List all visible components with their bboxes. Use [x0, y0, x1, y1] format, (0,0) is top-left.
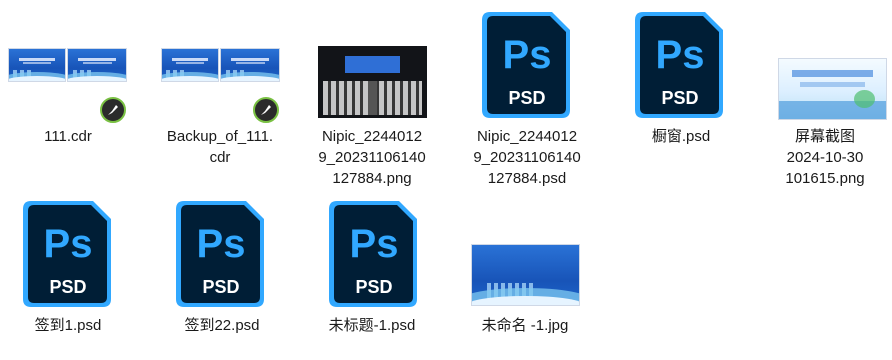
file-label: 未标题-1.psd — [328, 317, 416, 334]
photoshop-psd-icon: Ps PSD — [23, 201, 111, 307]
file-label: 111.cdr — [44, 128, 92, 145]
photoshop-psd-icon: Ps PSD — [635, 12, 723, 118]
file-label: 未命名 -1.jpg — [481, 317, 569, 334]
svg-text:Ps: Ps — [656, 33, 705, 77]
svg-text:PSD: PSD — [355, 277, 392, 297]
file-label: 屏幕截图 2024-10-30 101615.png — [785, 128, 865, 187]
photoshop-psd-icon: Ps PSD — [176, 201, 264, 307]
file-label: Backup_of_111. cdr — [166, 128, 274, 166]
svg-text:Ps: Ps — [503, 33, 552, 77]
file-label: 签到22.psd — [184, 317, 260, 334]
cdr-thumbnail-left — [8, 48, 66, 82]
file-item-nipic-psd[interactable]: Ps PSD Nipic_2244012 9_20231106140 12788… — [454, 0, 604, 190]
file-item-weibiaoti-psd[interactable]: Ps PSD 未标题-1.psd — [297, 190, 447, 360]
png-thumbnail — [778, 58, 887, 120]
jpg-thumbnail — [471, 244, 580, 306]
file-item-screenshot-png[interactable]: 屏幕截图 2024-10-30 101615.png — [758, 0, 892, 190]
file-item-weiming-jpg[interactable]: 未命名 -1.jpg — [450, 190, 600, 360]
file-label: 签到1.psd — [34, 317, 102, 334]
svg-text:PSD: PSD — [49, 277, 86, 297]
file-label: Nipic_2244012 9_20231106140 127884.png — [318, 128, 426, 187]
file-item-qiandao22-psd[interactable]: Ps PSD 签到22.psd — [147, 190, 297, 360]
svg-text:PSD: PSD — [508, 88, 545, 108]
file-item-nipic-png[interactable]: Nipic_2244012 9_20231106140 127884.png — [297, 0, 447, 190]
svg-text:Ps: Ps — [350, 222, 399, 266]
file-item-111-cdr[interactable]: 111.cdr — [0, 0, 150, 190]
png-thumbnail — [318, 46, 427, 118]
file-item-backup-cdr[interactable]: Backup_of_111. cdr — [147, 0, 297, 190]
cdr-thumbnail-left — [161, 48, 219, 82]
svg-text:PSD: PSD — [202, 277, 239, 297]
svg-text:Ps: Ps — [44, 222, 93, 266]
cdr-thumbnail-right — [67, 48, 127, 82]
file-label: 橱窗.psd — [651, 128, 711, 145]
photoshop-psd-icon: Ps PSD — [482, 12, 570, 118]
file-label: Nipic_2244012 9_20231106140 127884.psd — [473, 128, 581, 187]
photoshop-psd-icon: Ps PSD — [329, 201, 417, 307]
cdr-thumbnail-right — [220, 48, 280, 82]
coreldraw-pen-icon — [253, 97, 279, 123]
file-item-chuchuang-psd[interactable]: Ps PSD 橱窗.psd — [604, 0, 754, 190]
svg-text:Ps: Ps — [197, 222, 246, 266]
coreldraw-pen-icon — [100, 97, 126, 123]
svg-text:PSD: PSD — [661, 88, 698, 108]
file-item-qiandao1-psd[interactable]: Ps PSD 签到1.psd — [0, 190, 150, 360]
